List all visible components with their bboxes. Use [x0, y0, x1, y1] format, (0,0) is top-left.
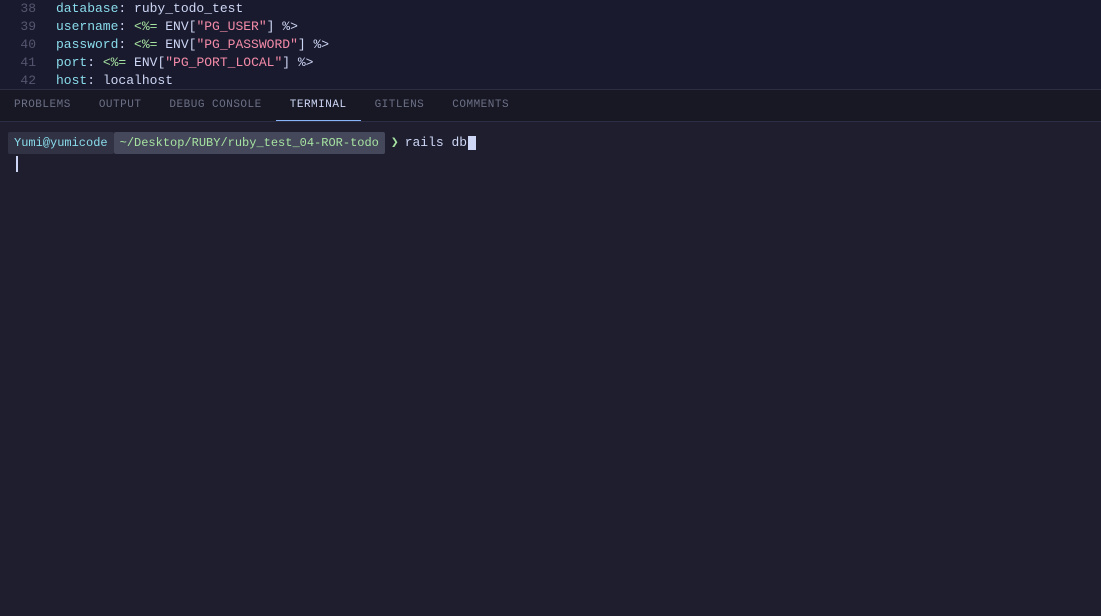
- terminal-cursor: [468, 136, 476, 150]
- tab-gitlens[interactable]: GITLENS: [361, 90, 439, 121]
- terminal-arrow: ❯: [391, 133, 399, 153]
- tab-problems[interactable]: PROBLEMS: [0, 90, 85, 121]
- code-area: 38 39 40 41 42 43 database: ruby_todo_te…: [0, 0, 1101, 90]
- tab-comments[interactable]: COMMENTS: [438, 90, 523, 121]
- tab-output[interactable]: OUTPUT: [85, 90, 156, 121]
- terminal-area[interactable]: Yumi@yumicode ~/Desktop/RUBY/ruby_test_0…: [0, 122, 1101, 616]
- terminal-path: ~/Desktop/RUBY/ruby_test_04-ROR-todo: [114, 132, 385, 154]
- terminal-user: Yumi@yumicode: [8, 132, 114, 154]
- code-content: database: ruby_todo_test username: <%= E…: [48, 0, 1101, 89]
- line-numbers: 38 39 40 41 42 43: [0, 0, 48, 89]
- terminal-command: rails db: [405, 133, 476, 153]
- terminal-next-line: [0, 156, 1101, 172]
- tab-terminal[interactable]: TERMINAL: [276, 90, 361, 121]
- tab-debug-console[interactable]: DEBUG CONSOLE: [155, 90, 275, 121]
- code-editor: 38 39 40 41 42 43 database: ruby_todo_te…: [0, 0, 1101, 90]
- terminal-line-cursor: [16, 156, 18, 172]
- terminal-prompt-line: Yumi@yumicode ~/Desktop/RUBY/ruby_test_0…: [0, 132, 1101, 154]
- panel-tabs: PROBLEMS OUTPUT DEBUG CONSOLE TERMINAL G…: [0, 90, 1101, 122]
